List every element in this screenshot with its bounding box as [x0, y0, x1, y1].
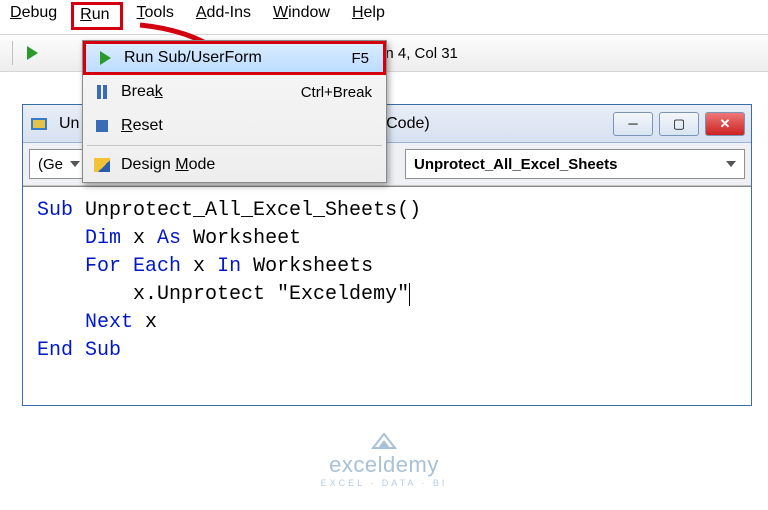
stop-icon: [91, 120, 113, 132]
watermark-icon: [371, 430, 397, 450]
menu-item-label: Design Mode: [121, 156, 372, 174]
menu-item-reset[interactable]: Reset: [83, 109, 386, 143]
maximize-button[interactable]: ▢: [659, 112, 699, 136]
menu-help[interactable]: Help: [352, 4, 385, 28]
menu-item-label: Run Sub/UserForm: [124, 49, 351, 67]
run-dropdown-menu: Run Sub/UserForm F5 Break Ctrl+Break Res…: [82, 40, 387, 183]
pause-icon: [91, 85, 113, 99]
design-icon: [91, 158, 113, 172]
watermark-tag: EXCEL · DATA · BI: [321, 478, 448, 488]
window-controls: ─ ▢ ✕: [613, 112, 745, 136]
play-icon[interactable]: [27, 46, 38, 60]
shortcut-key: Ctrl+Break: [301, 84, 372, 101]
menu-item-design-mode[interactable]: Design Mode: [83, 148, 386, 182]
object-dropdown[interactable]: (Ge: [29, 149, 89, 179]
menu-debug[interactable]: Debug: [10, 4, 57, 28]
procedure-dropdown[interactable]: Unprotect_All_Excel_Sheets: [405, 149, 745, 179]
menu-item-label: Break: [121, 83, 301, 101]
menu-item-break[interactable]: Break Ctrl+Break: [83, 75, 386, 109]
menu-item-label: Reset: [121, 117, 372, 135]
menu-run[interactable]: Run: [71, 2, 122, 30]
play-icon: [94, 51, 116, 65]
menu-item-run-sub[interactable]: Run Sub/UserForm F5: [83, 41, 386, 75]
watermark: exceldemy EXCEL · DATA · BI: [0, 430, 768, 488]
menu-addins[interactable]: Add-Ins: [196, 4, 251, 28]
menubar: Debug Run Tools Add-Ins Window Help: [0, 0, 768, 34]
menu-tools[interactable]: Tools: [137, 4, 174, 28]
shortcut-key: F5: [351, 50, 369, 67]
close-button[interactable]: ✕: [705, 112, 745, 136]
watermark-name: exceldemy: [329, 452, 439, 478]
minimize-button[interactable]: ─: [613, 112, 653, 136]
separator: [12, 41, 13, 65]
menu-separator: [87, 145, 382, 146]
cursor-position: Ln 4, Col 31: [377, 45, 458, 62]
menu-window[interactable]: Window: [273, 4, 330, 28]
module-icon: [29, 114, 49, 134]
code-editor[interactable]: Sub Unprotect_All_Excel_Sheets() Dim x A…: [23, 186, 751, 405]
